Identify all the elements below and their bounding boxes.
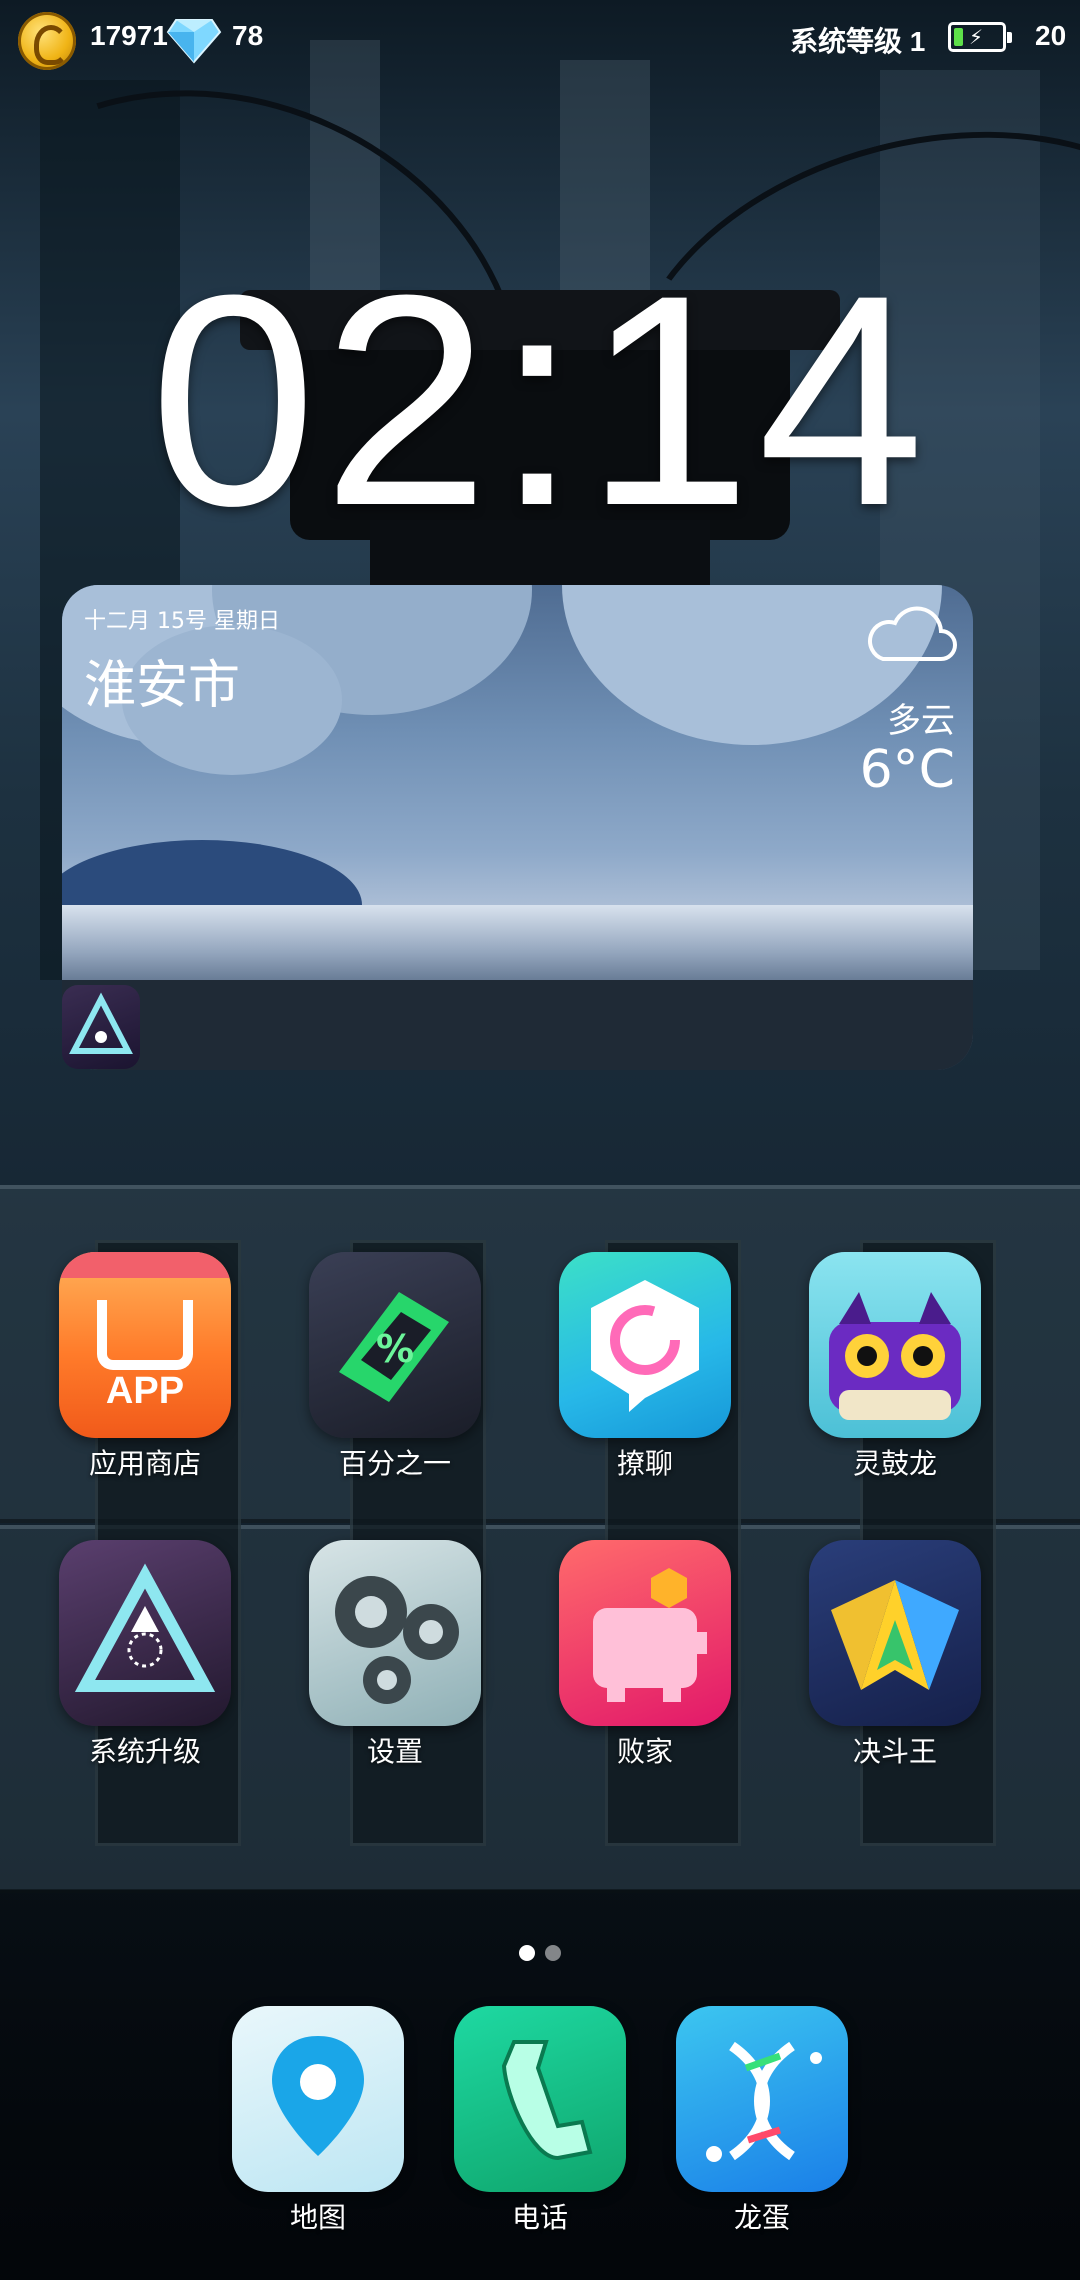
duel-king-app[interactable]: 决斗王 [805, 1540, 985, 1770]
gem-count: 78 [232, 20, 264, 51]
settings-app[interactable]: 设置 [305, 1540, 485, 1770]
app-label: 电话 [511, 2201, 568, 2234]
system-upgrade-app[interactable]: 系统升级 [55, 1540, 235, 1770]
duel-king-icon [809, 1540, 981, 1726]
app-label: 应用商店 [88, 1447, 201, 1480]
page-dot-1[interactable] [519, 1945, 535, 1961]
weather-temperature: 6°C [859, 740, 955, 800]
app-label: 百分之一 [338, 1447, 451, 1480]
system-level: 系统等级 1 [790, 26, 926, 57]
page-indicator[interactable] [0, 1945, 1080, 1965]
map-app[interactable]: 地图 [228, 2006, 408, 2236]
charging-bolt-icon: ⚡ [969, 25, 984, 49]
app-label: 系统升级 [88, 1735, 201, 1768]
app-store-badge: APP [105, 1370, 185, 1412]
system-upgrade-shortcut[interactable] [62, 985, 140, 1069]
app-label: 地图 [289, 2201, 346, 2234]
coin-icon [18, 12, 76, 70]
app-store-icon: APP [59, 1252, 231, 1438]
dragon-app[interactable]: 灵鼓龙 [805, 1252, 985, 1482]
piggy-bank-icon [559, 1540, 731, 1726]
settings-gear-icon [309, 1540, 481, 1726]
percent-app[interactable]: % 百分之一 [305, 1252, 485, 1482]
dna-egg-icon [676, 2006, 848, 2192]
status-bar: 17971 78 系统等级 1 ⚡ 20 [0, 0, 1080, 80]
weather-condition: 多云 [887, 701, 955, 741]
app-label: 败家 [616, 1735, 673, 1768]
cloud-icon [868, 606, 957, 661]
clock-time[interactable]: 02:14 [0, 250, 1080, 550]
app-label: 灵鼓龙 [852, 1447, 937, 1480]
chat-icon [559, 1252, 731, 1438]
dragon-icon [809, 1252, 981, 1438]
app-label: 龙蛋 [733, 2201, 790, 2234]
page-dot-2[interactable] [545, 1945, 561, 1961]
dragon-egg-app[interactable]: 龙蛋 [672, 2006, 852, 2236]
percent-icon: % [309, 1252, 481, 1438]
diamond-icon [166, 19, 222, 64]
phone-app[interactable]: 电话 [450, 2006, 630, 2236]
piggy-app[interactable]: 败家 [555, 1540, 735, 1770]
weather-sea [62, 905, 973, 985]
app-store-app[interactable]: APP 应用商店 [55, 1252, 235, 1482]
battery-percent: 20 [1035, 20, 1067, 51]
weather-city: 淮安市 [84, 656, 241, 716]
chat-app[interactable]: 撩聊 [555, 1252, 735, 1482]
weather-date: 十二月 15号 星期日 [84, 609, 280, 634]
app-label: 设置 [366, 1735, 423, 1768]
battery-icon: ⚡ [948, 22, 1012, 52]
system-upgrade-icon [59, 1540, 231, 1726]
map-pin-icon [232, 2006, 404, 2192]
battery-fill [954, 28, 964, 46]
triangle-logo-icon [69, 992, 133, 1054]
coin-count: 17971 [90, 20, 168, 51]
svg-text:%: % [376, 1327, 414, 1371]
phone-icon [454, 2006, 626, 2192]
app-label: 撩聊 [616, 1447, 673, 1480]
weather-widget[interactable]: 十二月 15号 星期日 淮安市 多云 6°C [62, 585, 973, 1070]
app-label: 决斗王 [852, 1735, 937, 1768]
